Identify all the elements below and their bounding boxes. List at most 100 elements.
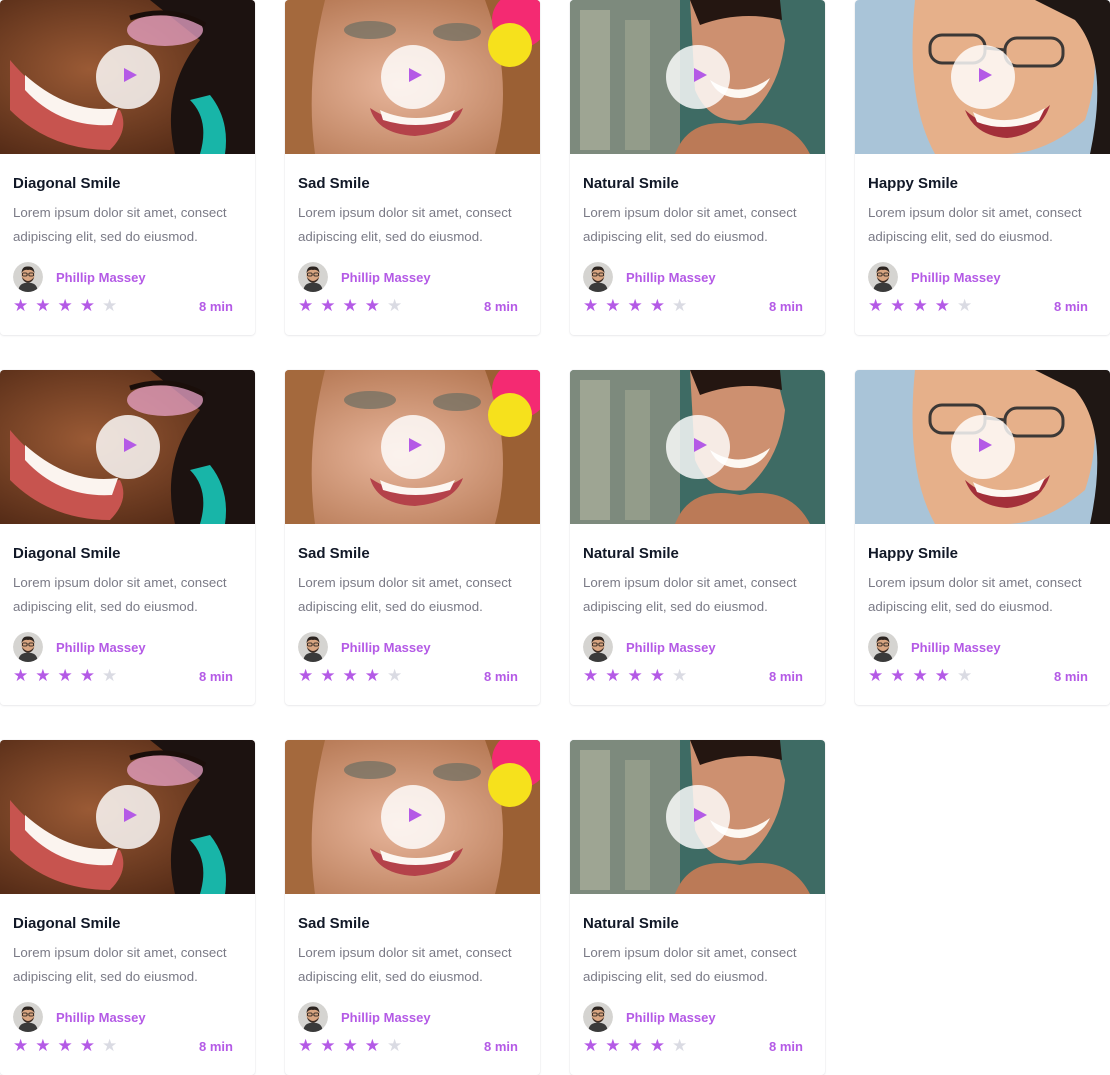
author-name[interactable]: Phillip Massey: [911, 640, 1001, 655]
author-avatar[interactable]: [298, 632, 328, 662]
star-icon: ★: [35, 296, 51, 315]
author-row: Phillip Massey: [298, 261, 527, 293]
author-name[interactable]: Phillip Massey: [626, 640, 716, 655]
card-description: Lorem ipsum dolor sit amet, consect adip…: [298, 205, 512, 244]
star-icon: ★: [934, 296, 950, 315]
card-meta: ★ ★ ★ ★ ★ 8 min: [583, 1036, 812, 1056]
author-name[interactable]: Phillip Massey: [56, 270, 146, 285]
card-meta: ★ ★ ★ ★ ★ 8 min: [298, 296, 527, 316]
star-icon: ★: [868, 296, 884, 315]
play-icon: [973, 67, 993, 88]
author-avatar[interactable]: [868, 632, 898, 662]
video-card[interactable]: Happy Smile Lorem ipsum dolor sit amet, …: [855, 0, 1110, 335]
star-icon: ★: [13, 1036, 29, 1055]
star-icon: ★: [957, 666, 973, 685]
video-card[interactable]: Sad Smile Lorem ipsum dolor sit amet, co…: [285, 740, 540, 1075]
video-thumbnail[interactable]: [285, 0, 540, 154]
author-name[interactable]: Phillip Massey: [626, 1010, 716, 1025]
play-button[interactable]: [951, 45, 1015, 109]
card-meta: ★ ★ ★ ★ ★ 8 min: [13, 1036, 242, 1056]
star-rating: ★ ★ ★ ★ ★: [13, 296, 117, 316]
card-description: Lorem ipsum dolor sit amet, consect adip…: [13, 205, 227, 244]
video-card[interactable]: Sad Smile Lorem ipsum dolor sit amet, co…: [285, 370, 540, 705]
play-button[interactable]: [381, 45, 445, 109]
author-avatar[interactable]: [13, 1002, 43, 1032]
video-thumbnail[interactable]: [570, 740, 825, 894]
card-meta: ★ ★ ★ ★ ★ 8 min: [298, 666, 527, 686]
star-icon: ★: [649, 296, 665, 315]
star-icon: ★: [649, 666, 665, 685]
author-name[interactable]: Phillip Massey: [626, 270, 716, 285]
video-thumbnail[interactable]: [285, 370, 540, 524]
author-name[interactable]: Phillip Massey: [341, 270, 431, 285]
star-icon: ★: [320, 296, 336, 315]
video-card[interactable]: Natural Smile Lorem ipsum dolor sit amet…: [570, 0, 825, 335]
author-avatar[interactable]: [868, 262, 898, 292]
star-icon: ★: [57, 296, 73, 315]
star-icon: ★: [387, 1036, 403, 1055]
star-icon: ★: [35, 1036, 51, 1055]
star-icon: ★: [298, 666, 314, 685]
card-title: Sad Smile: [298, 545, 370, 562]
video-thumbnail[interactable]: [855, 0, 1110, 154]
duration-label: 8 min: [769, 298, 803, 314]
card-title: Diagonal Smile: [13, 915, 121, 932]
author-name[interactable]: Phillip Massey: [56, 1010, 146, 1025]
video-card[interactable]: Happy Smile Lorem ipsum dolor sit amet, …: [855, 370, 1110, 705]
video-thumbnail[interactable]: [855, 370, 1110, 524]
play-icon: [118, 67, 138, 88]
play-button[interactable]: [96, 45, 160, 109]
video-thumbnail[interactable]: [0, 740, 255, 894]
author-avatar[interactable]: [13, 632, 43, 662]
video-card[interactable]: Sad Smile Lorem ipsum dolor sit amet, co…: [285, 0, 540, 335]
author-name[interactable]: Phillip Massey: [56, 640, 146, 655]
video-thumbnail[interactable]: [570, 370, 825, 524]
card-title: Diagonal Smile: [13, 545, 121, 562]
star-icon: ★: [79, 666, 95, 685]
card-title: Natural Smile: [583, 545, 679, 562]
star-icon: ★: [57, 1036, 73, 1055]
play-button[interactable]: [666, 785, 730, 849]
author-row: Phillip Massey: [868, 631, 1097, 663]
star-icon: ★: [342, 666, 358, 685]
author-avatar[interactable]: [583, 632, 613, 662]
star-icon: ★: [102, 1036, 118, 1055]
video-card[interactable]: Diagonal Smile Lorem ipsum dolor sit ame…: [0, 0, 255, 335]
star-icon: ★: [364, 666, 380, 685]
author-name[interactable]: Phillip Massey: [341, 640, 431, 655]
author-avatar[interactable]: [583, 1002, 613, 1032]
video-thumbnail[interactable]: [0, 370, 255, 524]
play-button[interactable]: [381, 785, 445, 849]
play-button[interactable]: [666, 415, 730, 479]
author-row: Phillip Massey: [583, 631, 812, 663]
duration-label: 8 min: [199, 668, 233, 684]
star-icon: ★: [364, 296, 380, 315]
play-button[interactable]: [96, 785, 160, 849]
duration-label: 8 min: [769, 668, 803, 684]
star-icon: ★: [934, 666, 950, 685]
author-row: Phillip Massey: [868, 261, 1097, 293]
author-avatar[interactable]: [13, 262, 43, 292]
star-icon: ★: [627, 666, 643, 685]
author-name[interactable]: Phillip Massey: [911, 270, 1001, 285]
video-thumbnail[interactable]: [0, 0, 255, 154]
author-avatar[interactable]: [298, 1002, 328, 1032]
star-icon: ★: [868, 666, 884, 685]
video-card[interactable]: Diagonal Smile Lorem ipsum dolor sit ame…: [0, 740, 255, 1075]
author-name[interactable]: Phillip Massey: [341, 1010, 431, 1025]
star-icon: ★: [387, 666, 403, 685]
play-button[interactable]: [381, 415, 445, 479]
play-button[interactable]: [96, 415, 160, 479]
star-icon: ★: [605, 296, 621, 315]
author-avatar[interactable]: [583, 262, 613, 292]
video-thumbnail[interactable]: [285, 740, 540, 894]
video-card-grid: Diagonal Smile Lorem ipsum dolor sit ame…: [0, 0, 1110, 1075]
video-card[interactable]: Diagonal Smile Lorem ipsum dolor sit ame…: [0, 370, 255, 705]
video-thumbnail[interactable]: [570, 0, 825, 154]
video-card[interactable]: Natural Smile Lorem ipsum dolor sit amet…: [570, 740, 825, 1075]
author-avatar[interactable]: [298, 262, 328, 292]
star-icon: ★: [605, 1036, 621, 1055]
play-button[interactable]: [951, 415, 1015, 479]
play-button[interactable]: [666, 45, 730, 109]
video-card[interactable]: Natural Smile Lorem ipsum dolor sit amet…: [570, 370, 825, 705]
